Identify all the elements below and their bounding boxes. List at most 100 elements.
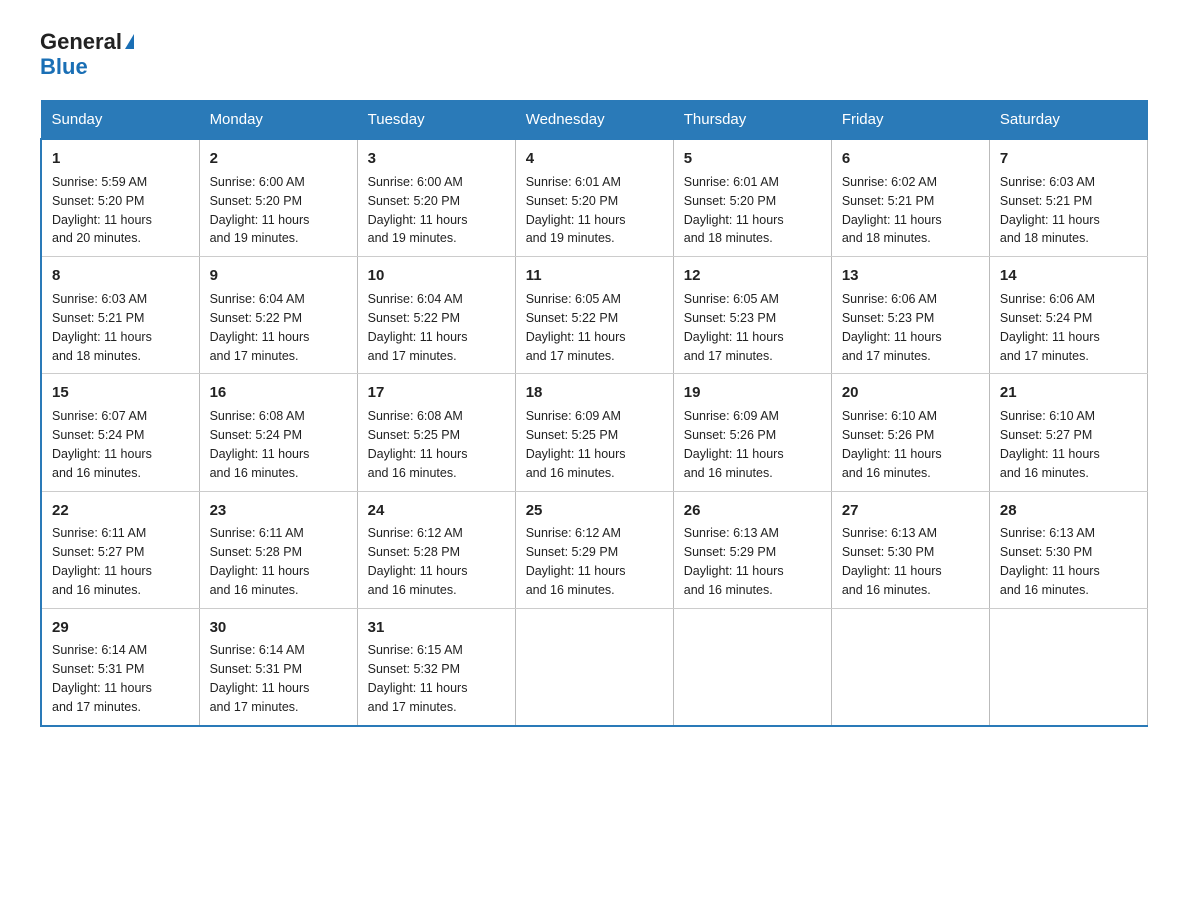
day-info: Sunrise: 6:15 AMSunset: 5:32 PMDaylight:… bbox=[368, 643, 468, 714]
day-number: 9 bbox=[210, 265, 347, 287]
day-info: Sunrise: 6:07 AMSunset: 5:24 PMDaylight:… bbox=[52, 409, 152, 480]
calendar-cell: 14 Sunrise: 6:06 AMSunset: 5:24 PMDayligh… bbox=[989, 257, 1147, 374]
calendar-week-row: 15Sunrise: 6:07 AMSunset: 5:24 PMDayligh… bbox=[41, 374, 1148, 491]
day-info: Sunrise: 6:00 AMSunset: 5:20 PMDaylight:… bbox=[210, 175, 310, 246]
logo: General Blue bbox=[40, 30, 134, 80]
day-number: 13 bbox=[842, 265, 979, 287]
day-number: 22 bbox=[52, 500, 189, 522]
calendar-cell: 10 Sunrise: 6:04 AMSunset: 5:22 PMDayligh… bbox=[357, 257, 515, 374]
day-number: 14 bbox=[1000, 265, 1137, 287]
day-number: 28 bbox=[1000, 500, 1137, 522]
day-info: Sunrise: 6:08 AMSunset: 5:24 PMDaylight:… bbox=[210, 409, 310, 480]
calendar-week-row: 29Sunrise: 6:14 AMSunset: 5:31 PMDayligh… bbox=[41, 608, 1148, 726]
calendar-cell: 8Sunrise: 6:03 AMSunset: 5:21 PMDaylight… bbox=[41, 257, 199, 374]
day-number: 1 bbox=[52, 148, 189, 170]
calendar-cell: 13 Sunrise: 6:06 AMSunset: 5:23 PMDayligh… bbox=[831, 257, 989, 374]
day-info: Sunrise: 6:01 AMSunset: 5:20 PMDaylight:… bbox=[684, 175, 784, 246]
calendar-cell: 2 Sunrise: 6:00 AMSunset: 5:20 PMDaylight… bbox=[199, 139, 357, 257]
logo-general: General bbox=[40, 30, 122, 54]
day-number: 6 bbox=[842, 148, 979, 170]
day-info: Sunrise: 6:09 AMSunset: 5:25 PMDaylight:… bbox=[526, 409, 626, 480]
day-info: Sunrise: 6:09 AMSunset: 5:26 PMDaylight:… bbox=[684, 409, 784, 480]
day-number: 8 bbox=[52, 265, 189, 287]
day-number: 19 bbox=[684, 382, 821, 404]
calendar-cell: 22 Sunrise: 6:11 AMSunset: 5:27 PMDayligh… bbox=[41, 491, 199, 608]
calendar-cell: 26 Sunrise: 6:13 AMSunset: 5:29 PMDayligh… bbox=[673, 491, 831, 608]
day-info: Sunrise: 6:05 AMSunset: 5:23 PMDaylight:… bbox=[684, 292, 784, 363]
day-number: 24 bbox=[368, 500, 505, 522]
calendar-cell bbox=[673, 608, 831, 726]
day-number: 7 bbox=[1000, 148, 1137, 170]
day-number: 10 bbox=[368, 265, 505, 287]
calendar-cell: 3 Sunrise: 6:00 AMSunset: 5:20 PMDaylight… bbox=[357, 139, 515, 257]
calendar-cell: 1 Sunrise: 5:59 AMSunset: 5:20 PMDaylight… bbox=[41, 139, 199, 257]
day-info: Sunrise: 6:08 AMSunset: 5:25 PMDaylight:… bbox=[368, 409, 468, 480]
day-info: Sunrise: 6:11 AMSunset: 5:27 PMDaylight:… bbox=[52, 526, 152, 597]
day-number: 25 bbox=[526, 500, 663, 522]
day-number: 5 bbox=[684, 148, 821, 170]
day-info: Sunrise: 6:13 AMSunset: 5:29 PMDaylight:… bbox=[684, 526, 784, 597]
calendar-body: 1 Sunrise: 5:59 AMSunset: 5:20 PMDaylight… bbox=[41, 139, 1148, 726]
day-number: 20 bbox=[842, 382, 979, 404]
day-info: Sunrise: 6:12 AMSunset: 5:29 PMDaylight:… bbox=[526, 526, 626, 597]
day-number: 17 bbox=[368, 382, 505, 404]
day-number: 4 bbox=[526, 148, 663, 170]
calendar-cell: 23 Sunrise: 6:11 AMSunset: 5:28 PMDayligh… bbox=[199, 491, 357, 608]
day-info: Sunrise: 6:05 AMSunset: 5:22 PMDaylight:… bbox=[526, 292, 626, 363]
day-info: Sunrise: 6:13 AMSunset: 5:30 PMDaylight:… bbox=[842, 526, 942, 597]
day-info: Sunrise: 6:10 AMSunset: 5:26 PMDaylight:… bbox=[842, 409, 942, 480]
day-number: 16 bbox=[210, 382, 347, 404]
calendar-cell: 29Sunrise: 6:14 AMSunset: 5:31 PMDayligh… bbox=[41, 608, 199, 726]
day-info: Sunrise: 6:04 AMSunset: 5:22 PMDaylight:… bbox=[210, 292, 310, 363]
calendar-cell: 9 Sunrise: 6:04 AMSunset: 5:22 PMDaylight… bbox=[199, 257, 357, 374]
column-header-saturday: Saturday bbox=[989, 101, 1147, 140]
day-info: Sunrise: 6:02 AMSunset: 5:21 PMDaylight:… bbox=[842, 175, 942, 246]
day-info: Sunrise: 5:59 AMSunset: 5:20 PMDaylight:… bbox=[52, 175, 152, 246]
column-header-tuesday: Tuesday bbox=[357, 101, 515, 140]
column-header-thursday: Thursday bbox=[673, 101, 831, 140]
calendar-cell: 6 Sunrise: 6:02 AMSunset: 5:21 PMDaylight… bbox=[831, 139, 989, 257]
calendar-cell: 21 Sunrise: 6:10 AMSunset: 5:27 PMDayligh… bbox=[989, 374, 1147, 491]
day-number: 12 bbox=[684, 265, 821, 287]
calendar-cell: 27Sunrise: 6:13 AMSunset: 5:30 PMDayligh… bbox=[831, 491, 989, 608]
day-number: 18 bbox=[526, 382, 663, 404]
day-info: Sunrise: 6:06 AMSunset: 5:23 PMDaylight:… bbox=[842, 292, 942, 363]
calendar-week-row: 1 Sunrise: 5:59 AMSunset: 5:20 PMDaylight… bbox=[41, 139, 1148, 257]
calendar-cell: 15Sunrise: 6:07 AMSunset: 5:24 PMDayligh… bbox=[41, 374, 199, 491]
calendar-cell bbox=[515, 608, 673, 726]
day-info: Sunrise: 6:01 AMSunset: 5:20 PMDaylight:… bbox=[526, 175, 626, 246]
day-info: Sunrise: 6:12 AMSunset: 5:28 PMDaylight:… bbox=[368, 526, 468, 597]
calendar-table: SundayMondayTuesdayWednesdayThursdayFrid… bbox=[40, 100, 1148, 727]
page-header: General Blue bbox=[40, 30, 1148, 80]
calendar-cell: 28Sunrise: 6:13 AMSunset: 5:30 PMDayligh… bbox=[989, 491, 1147, 608]
logo-triangle-icon bbox=[125, 34, 134, 49]
day-info: Sunrise: 6:06 AMSunset: 5:24 PMDaylight:… bbox=[1000, 292, 1100, 363]
calendar-cell: 18 Sunrise: 6:09 AMSunset: 5:25 PMDayligh… bbox=[515, 374, 673, 491]
calendar-cell: 5 Sunrise: 6:01 AMSunset: 5:20 PMDaylight… bbox=[673, 139, 831, 257]
day-number: 3 bbox=[368, 148, 505, 170]
calendar-cell bbox=[831, 608, 989, 726]
day-number: 23 bbox=[210, 500, 347, 522]
day-info: Sunrise: 6:10 AMSunset: 5:27 PMDaylight:… bbox=[1000, 409, 1100, 480]
calendar-cell: 11Sunrise: 6:05 AMSunset: 5:22 PMDayligh… bbox=[515, 257, 673, 374]
column-header-monday: Monday bbox=[199, 101, 357, 140]
day-number: 21 bbox=[1000, 382, 1137, 404]
calendar-cell: 20 Sunrise: 6:10 AMSunset: 5:26 PMDayligh… bbox=[831, 374, 989, 491]
calendar-cell: 30Sunrise: 6:14 AMSunset: 5:31 PMDayligh… bbox=[199, 608, 357, 726]
logo-blue: Blue bbox=[40, 54, 88, 79]
day-number: 30 bbox=[210, 617, 347, 639]
calendar-cell bbox=[989, 608, 1147, 726]
column-header-sunday: Sunday bbox=[41, 101, 199, 140]
column-header-friday: Friday bbox=[831, 101, 989, 140]
calendar-cell: 24 Sunrise: 6:12 AMSunset: 5:28 PMDayligh… bbox=[357, 491, 515, 608]
day-info: Sunrise: 6:11 AMSunset: 5:28 PMDaylight:… bbox=[210, 526, 310, 597]
day-info: Sunrise: 6:00 AMSunset: 5:20 PMDaylight:… bbox=[368, 175, 468, 246]
calendar-cell: 31 Sunrise: 6:15 AMSunset: 5:32 PMDayligh… bbox=[357, 608, 515, 726]
day-number: 31 bbox=[368, 617, 505, 639]
calendar-cell: 25 Sunrise: 6:12 AMSunset: 5:29 PMDayligh… bbox=[515, 491, 673, 608]
calendar-week-row: 22 Sunrise: 6:11 AMSunset: 5:27 PMDayligh… bbox=[41, 491, 1148, 608]
day-number: 26 bbox=[684, 500, 821, 522]
day-number: 2 bbox=[210, 148, 347, 170]
day-info: Sunrise: 6:04 AMSunset: 5:22 PMDaylight:… bbox=[368, 292, 468, 363]
calendar-week-row: 8Sunrise: 6:03 AMSunset: 5:21 PMDaylight… bbox=[41, 257, 1148, 374]
